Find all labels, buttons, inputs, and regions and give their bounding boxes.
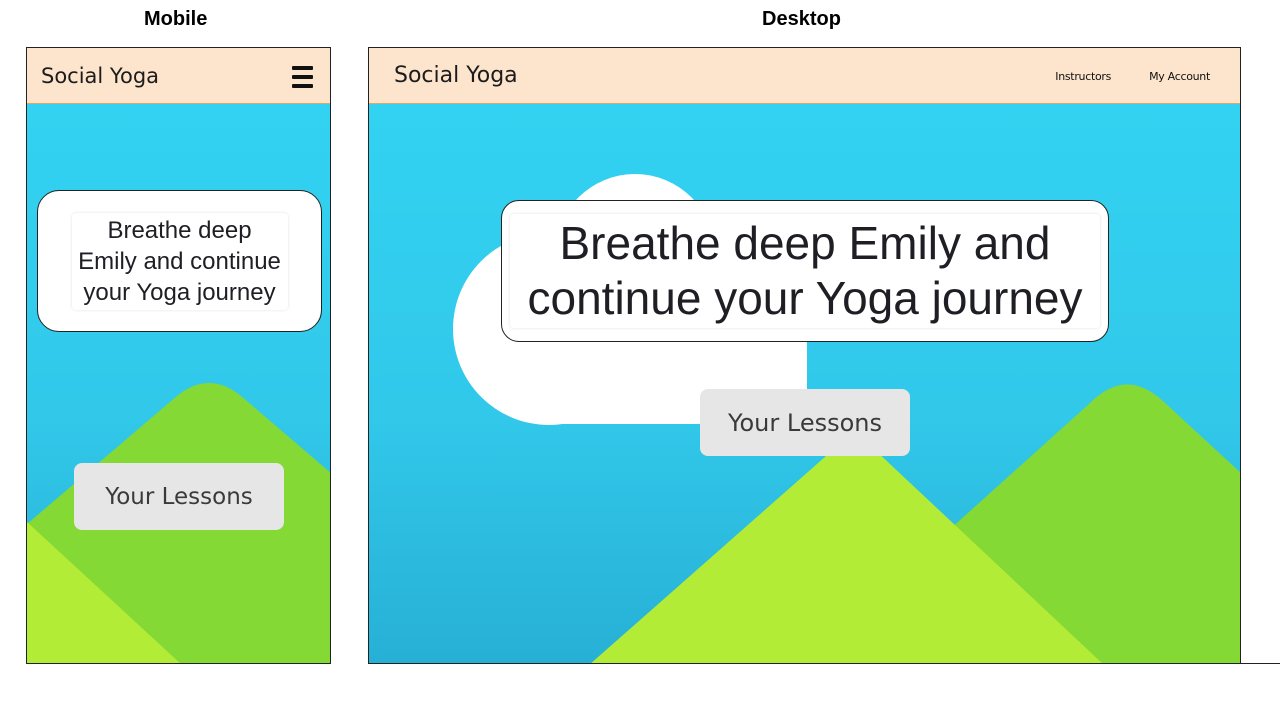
hamburger-menu-icon[interactable] <box>292 66 313 88</box>
hero-scene: Breathe deep Emily and continue your Yog… <box>369 104 1240 663</box>
hero-scene: Breathe deep Emily and continue your Yog… <box>27 104 330 663</box>
nav-link-my-account[interactable]: My Account <box>1149 70 1210 83</box>
divider-line <box>1241 663 1280 664</box>
brand-logo[interactable]: Social Yoga <box>394 63 518 88</box>
brand-logo[interactable]: Social Yoga <box>41 64 159 88</box>
welcome-line: your Yoga journey <box>83 278 276 306</box>
your-lessons-button[interactable]: Your Lessons <box>74 463 284 530</box>
desktop-mockup: Social Yoga Instructors My Account Breat… <box>368 47 1241 664</box>
mobile-mockup: Social Yoga Breathe deep Emily and conti… <box>26 47 331 664</box>
landscape-illustration <box>453 174 1240 663</box>
desktop-label: Desktop <box>762 8 841 30</box>
mountains-illustration <box>27 383 330 663</box>
your-lessons-button[interactable]: Your Lessons <box>700 389 910 456</box>
welcome-line: Breathe deep Emily and <box>559 217 1051 269</box>
nav-link-instructors[interactable]: Instructors <box>1055 70 1111 83</box>
welcome-message-card: Breathe deep Emily and continue your Yog… <box>37 190 322 332</box>
mobile-label: Mobile <box>144 8 208 30</box>
welcome-line: continue your Yoga journey <box>527 272 1083 324</box>
welcome-line: Breathe deep <box>107 216 252 244</box>
main-nav: Instructors My Account <box>1055 70 1210 83</box>
desktop-header: Social Yoga Instructors My Account <box>369 48 1240 104</box>
welcome-message-card: Breathe deep Emily and continue your Yog… <box>501 200 1109 342</box>
welcome-line: Emily and continue <box>78 247 281 275</box>
mobile-header: Social Yoga <box>27 48 330 104</box>
